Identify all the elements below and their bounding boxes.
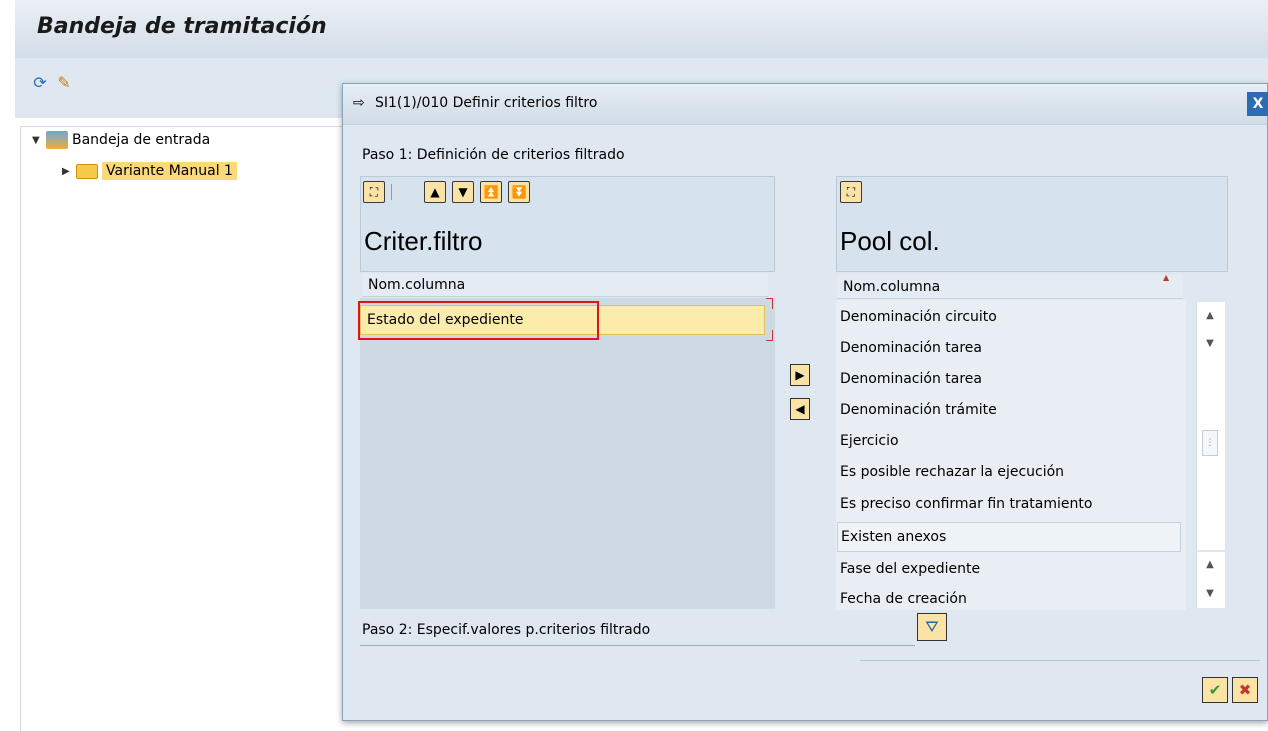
pool-row[interactable]: Denominación tarea: [840, 364, 1180, 394]
close-icon[interactable]: X: [1247, 92, 1268, 116]
move-down-button[interactable]: ▼: [452, 181, 474, 203]
cancel-x-icon[interactable]: ✖: [1232, 677, 1258, 703]
inbox-icon: [46, 131, 68, 149]
find-binoculars-icon[interactable]: ⛶: [363, 181, 385, 203]
page-up-icon[interactable]: ▲: [1201, 555, 1219, 573]
pool-row[interactable]: Es preciso confirmar fin tratamiento: [840, 489, 1180, 519]
criteria-column-header[interactable]: Nom.columna: [362, 273, 768, 297]
remove-from-criteria-button[interactable]: ◀: [790, 398, 810, 420]
bracket-bottom: [766, 330, 773, 341]
scroll-up-icon[interactable]: ▲: [1201, 306, 1219, 324]
criteria-panel-title: Criter.filtro: [364, 226, 483, 256]
edit-pencil-icon[interactable]: ✎: [54, 72, 74, 92]
pool-panel-title: Pool col.: [840, 226, 940, 256]
dialog-title-bar: ⇨ SI1(1)/010 Definir criterios filtro X: [343, 84, 1268, 125]
screen-title: Bandeja de tramitación: [37, 14, 327, 39]
move-bottom-button[interactable]: ⏬: [508, 181, 530, 203]
step1-label: Paso 1: Definición de criterios filtrado: [362, 147, 625, 163]
caret-down-icon[interactable]: ▼: [32, 135, 42, 146]
caret-right-icon[interactable]: ▶: [62, 166, 72, 177]
screen-title-bar: Bandeja de tramitación: [15, 0, 1268, 58]
dialog-window-icon: ⇨: [353, 95, 365, 111]
page-down-icon[interactable]: ▼: [1201, 584, 1219, 602]
footer-divider: [860, 660, 1260, 661]
folder-icon: [76, 163, 98, 179]
criteria-panel-header: [360, 176, 775, 272]
pool-row[interactable]: Existen anexos: [837, 522, 1181, 552]
move-up-button[interactable]: ▲: [424, 181, 446, 203]
pool-column-header[interactable]: Nom.columna: [837, 275, 1183, 299]
find-binoculars-icon[interactable]: ⛶: [840, 181, 862, 203]
dialog-title: SI1(1)/010 Definir criterios filtro: [375, 95, 598, 111]
highlight-box: [358, 301, 599, 340]
step2-label: Paso 2: Especif.valores p.criterios filt…: [362, 622, 651, 638]
scroll-down-icon[interactable]: ▼: [1201, 334, 1219, 352]
tree-node-label: Bandeja de entrada: [72, 132, 211, 148]
pool-row[interactable]: Fecha de creación: [840, 584, 1180, 614]
criteria-list: [360, 298, 775, 609]
scroll-thumb[interactable]: ⋮: [1202, 430, 1218, 456]
tree-node-variant[interactable]: ▶ Variante Manual 1: [62, 160, 237, 182]
move-top-button[interactable]: ⏫: [480, 181, 502, 203]
add-to-criteria-button[interactable]: ▶: [790, 364, 810, 386]
toolbar-divider: [391, 184, 392, 200]
sort-indicator-icon: ▲: [1163, 273, 1170, 282]
tree-node-inbox[interactable]: ▼ Bandeja de entrada: [32, 129, 210, 151]
pool-panel-header: [836, 176, 1228, 272]
pool-row[interactable]: Denominación circuito: [840, 302, 1180, 332]
pool-row[interactable]: Denominación trámite: [840, 395, 1180, 425]
filter-icon[interactable]: ⛛: [917, 613, 947, 641]
tree-node-label: Variante Manual 1: [102, 162, 237, 180]
confirm-check-icon[interactable]: ✔: [1202, 677, 1228, 703]
pool-row[interactable]: Es posible rechazar la ejecución: [840, 457, 1180, 487]
step2-divider: [360, 645, 915, 646]
pool-row[interactable]: Denominación tarea: [840, 333, 1180, 363]
bracket-top: [766, 298, 773, 309]
pool-row[interactable]: Fase del expediente: [840, 554, 1180, 584]
refresh-icon[interactable]: ⟳: [30, 72, 50, 92]
pool-row[interactable]: Ejercicio: [840, 426, 1180, 456]
